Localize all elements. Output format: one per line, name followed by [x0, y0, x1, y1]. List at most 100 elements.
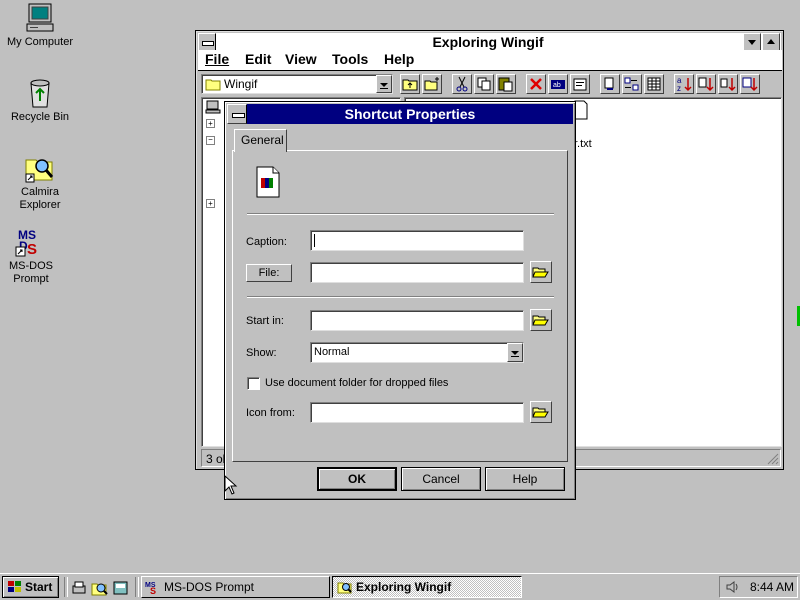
dialog-title-bar[interactable]: Shortcut Properties — [227, 104, 573, 124]
computer-icon — [26, 3, 54, 32]
system-tray: 8:44 AM — [719, 576, 798, 598]
tree-collapse-icon[interactable]: − — [206, 136, 215, 145]
new-folder-icon — [424, 77, 439, 91]
desktop-icon-label: Calmira — [21, 186, 59, 198]
address-value: Wingif — [224, 77, 258, 91]
rename-button[interactable]: ab — [548, 74, 568, 94]
explorer-icon — [25, 159, 54, 183]
triangle-down-icon — [748, 40, 756, 45]
help-button-label: Help — [512, 472, 538, 486]
quick-launch-divider — [64, 577, 68, 597]
volume-icon[interactable] — [725, 579, 741, 595]
dialog-system-menu-button[interactable] — [227, 104, 247, 124]
caption-label: Caption: — [246, 236, 287, 248]
help-button[interactable]: Help — [485, 467, 565, 491]
file-browse-button[interactable] — [530, 261, 552, 283]
task-exploring-wingif[interactable]: Exploring Wingif — [332, 576, 522, 598]
dropdown-arrow-icon — [511, 351, 519, 357]
ok-button-label: OK — [348, 472, 366, 486]
shortcut-file-icon — [256, 166, 280, 198]
file-input[interactable] — [310, 262, 524, 283]
caption-input[interactable] — [310, 230, 524, 251]
details-icon — [647, 77, 661, 91]
resize-grip-icon[interactable] — [765, 451, 779, 465]
sort-date-button[interactable] — [740, 74, 760, 94]
show-select[interactable]: Normal — [310, 342, 524, 363]
address-combo[interactable]: Wingif — [201, 74, 393, 94]
svg-text:z: z — [677, 84, 681, 93]
task-msdos-prompt[interactable]: MS S MS-DOS Prompt — [141, 576, 330, 598]
menu-view[interactable]: View — [285, 51, 317, 67]
sort-size-icon — [720, 78, 736, 92]
copy-button[interactable] — [474, 74, 494, 94]
delete-button[interactable] — [526, 74, 546, 94]
system-menu-button[interactable] — [198, 33, 216, 51]
menu-help[interactable]: Help — [384, 51, 414, 67]
explorer-small-icon — [337, 582, 352, 594]
cut-button[interactable] — [452, 74, 472, 94]
large-icons-button[interactable] — [600, 74, 620, 94]
small-icons-button[interactable] — [622, 74, 642, 94]
properties-button[interactable] — [570, 74, 590, 94]
windows-logo-icon — [8, 581, 21, 592]
menu-edit[interactable]: Edit — [245, 51, 271, 67]
start-in-input[interactable] — [310, 310, 524, 331]
shortcut-properties-dialog: Shortcut Properties General Caption: Fil… — [224, 101, 576, 500]
start-button[interactable]: Start — [2, 576, 59, 598]
use-document-folder-label[interactable]: Use document folder for dropped files — [265, 377, 448, 389]
desktop-icon-msdos-prompt[interactable]: MS S D MS-DOS Prompt — [0, 226, 66, 286]
mouse-pointer-icon — [224, 475, 238, 495]
desktop-icon-my-computer[interactable]: My Computer — [5, 2, 75, 49]
start-in-browse-button[interactable] — [530, 309, 552, 331]
icon-from-browse-button[interactable] — [530, 401, 552, 423]
task-label: MS-DOS Prompt — [164, 580, 255, 594]
sort-name-button[interactable]: az — [674, 74, 694, 94]
show-dropdown-button[interactable] — [507, 343, 523, 362]
desktop-icon-recycle-bin[interactable]: Recycle Bin — [5, 77, 75, 124]
icon-from-label: Icon from: — [246, 407, 295, 419]
ok-button[interactable]: OK — [317, 467, 397, 491]
file-button[interactable]: File: — [246, 264, 292, 282]
use-document-folder-checkbox[interactable] — [247, 377, 260, 390]
menu-tools[interactable]: Tools — [332, 51, 368, 67]
folder-icon — [205, 79, 221, 91]
up-folder-button[interactable] — [400, 74, 420, 94]
explorer-title: Exploring Wingif — [432, 34, 544, 50]
tab-general-label: General — [241, 133, 284, 147]
icon-from-input[interactable] — [310, 402, 524, 423]
app-icon[interactable] — [112, 579, 130, 597]
divider — [247, 296, 554, 298]
msdos-icon: MS S D — [15, 227, 46, 258]
desktop-icon-calmira-explorer[interactable]: Calmira Explorer — [5, 152, 75, 212]
clock[interactable]: 8:44 AM — [750, 580, 794, 594]
divider — [247, 213, 554, 215]
small-icons-icon — [624, 77, 639, 91]
menu-file[interactable]: File — [205, 51, 229, 67]
cancel-button[interactable]: Cancel — [401, 467, 481, 491]
show-value: Normal — [314, 346, 350, 358]
tree-expand-icon[interactable]: + — [206, 119, 215, 128]
printer-icon[interactable] — [70, 579, 88, 597]
desktop-icon-label-2: Explorer — [19, 199, 61, 211]
svg-text:S: S — [27, 241, 37, 258]
rename-icon: ab — [551, 80, 565, 89]
open-folder-icon — [532, 315, 549, 326]
tab-general[interactable]: General — [234, 129, 287, 152]
minimize-button[interactable] — [743, 33, 761, 51]
sort-name-icon: az — [677, 76, 692, 93]
msdos-small-icon: MSS — [145, 582, 156, 595]
maximize-button[interactable] — [762, 33, 780, 51]
paste-button[interactable] — [496, 74, 516, 94]
paste-icon — [498, 77, 513, 92]
details-view-button[interactable] — [644, 74, 664, 94]
open-folder-icon — [532, 407, 549, 418]
task-label: Exploring Wingif — [356, 580, 452, 594]
sort-type-button[interactable] — [696, 74, 716, 94]
search-icon[interactable] — [91, 579, 109, 597]
tree-expand-icon[interactable]: + — [206, 199, 215, 208]
new-folder-button[interactable] — [422, 74, 442, 94]
sort-size-button[interactable] — [718, 74, 738, 94]
properties-icon — [573, 78, 587, 91]
address-dropdown-button[interactable] — [376, 75, 392, 93]
triangle-up-icon — [767, 39, 775, 44]
